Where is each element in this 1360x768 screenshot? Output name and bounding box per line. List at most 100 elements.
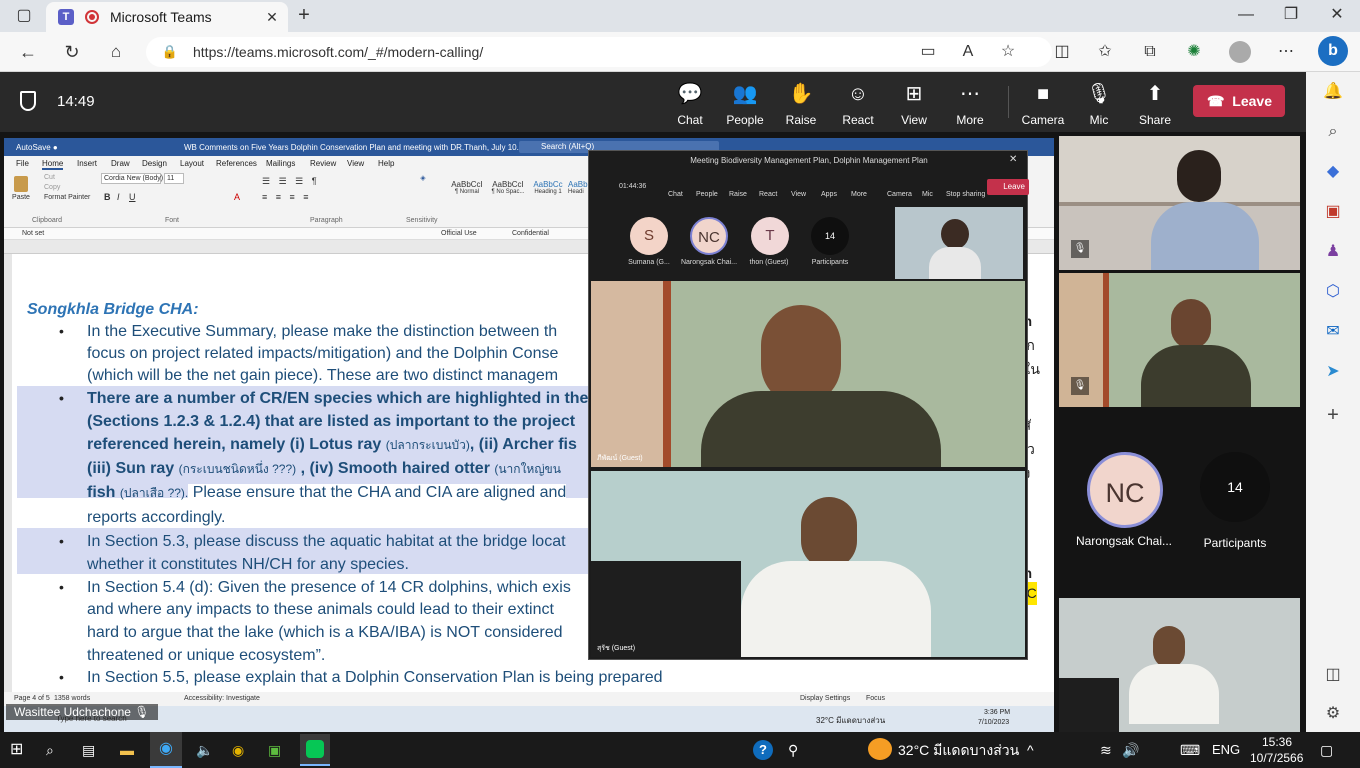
taskbar-weather[interactable]: 32°C มีแดดบางส่วน (898, 740, 1019, 760)
inner-people[interactable]: People (696, 191, 718, 198)
cut-button[interactable]: Cut (44, 174, 55, 181)
label-official-use[interactable]: Official Use (441, 230, 477, 237)
camera-button[interactable]: ■ Camera (1015, 82, 1071, 127)
font-color-button[interactable]: A (234, 192, 240, 202)
send-icon[interactable]: ➤ (1323, 362, 1343, 382)
inner-view[interactable]: View (791, 191, 806, 198)
raise-hand-button[interactable]: ✋ Raise (773, 82, 829, 127)
inner-leave-button[interactable]: Leave (987, 179, 1029, 195)
react-button[interactable]: ☺ React (830, 82, 886, 127)
edge-taskbar-icon[interactable]: ◉ (150, 732, 182, 768)
menu-insert[interactable]: Insert (77, 159, 97, 168)
menu-view[interactable]: View (347, 159, 364, 168)
label-confidential[interactable]: Confidential (512, 230, 549, 237)
inner-chat[interactable]: Chat (668, 191, 683, 198)
paragraph-controls[interactable]: ☰ ☰ ☰ ¶ (262, 176, 320, 187)
search-icon[interactable]: ⌕ (1323, 122, 1343, 142)
close-window-icon[interactable]: ✕ (1327, 5, 1347, 25)
menu-references[interactable]: References (216, 159, 257, 168)
notification-center-icon[interactable]: ▢ (1320, 740, 1333, 760)
people-button[interactable]: 👥 People (717, 82, 773, 127)
paste-button[interactable]: Paste (10, 174, 32, 208)
tag-icon[interactable]: ◆ (1323, 162, 1343, 182)
split-screen-icon[interactable]: ◫ (1052, 42, 1072, 62)
participant-s-avatar[interactable]: S (630, 217, 668, 255)
mic-button[interactable]: 🎙 Mic (1071, 82, 1127, 127)
inner-more[interactable]: More (851, 191, 867, 198)
italic-button[interactable]: I (117, 192, 120, 202)
align-controls[interactable]: ≡ ≡ ≡ ≡ (262, 192, 312, 202)
close-tab-icon[interactable]: ✕ (262, 7, 282, 27)
collections-icon[interactable]: ⧉ (1140, 42, 1160, 62)
participant-t-avatar[interactable]: T (751, 217, 789, 255)
menu-file[interactable]: File (16, 159, 29, 168)
side-participants-count[interactable]: 14 (1200, 452, 1270, 522)
chat-button[interactable]: 💬 Chat (662, 82, 718, 127)
games-icon[interactable]: ♟ (1323, 242, 1343, 262)
help-icon[interactable]: ? (753, 740, 773, 760)
font-family-select[interactable]: Cordia New (Body) (101, 173, 163, 184)
participant-nc-avatar[interactable]: NC (690, 217, 728, 255)
settings-icon[interactable]: ⚙ (1323, 704, 1343, 724)
taskbar-date[interactable]: 10/7/2566 (1250, 751, 1303, 765)
menu-help[interactable]: Help (378, 159, 394, 168)
taskbar-lang[interactable]: ENG (1212, 740, 1240, 760)
chrome-icon[interactable]: ◉ (232, 740, 244, 760)
office-icon[interactable]: ⬡ (1323, 282, 1343, 302)
menu-review[interactable]: Review (310, 159, 336, 168)
outlook-icon[interactable]: ✉ (1323, 322, 1343, 342)
format-painter-button[interactable]: Format Painter (44, 194, 90, 201)
inner-camera[interactable]: Camera (887, 191, 912, 198)
line-app-icon[interactable] (300, 734, 330, 766)
refresh-icon[interactable]: ↻ (62, 42, 82, 62)
favorites-icon[interactable]: ✩ (1095, 42, 1115, 62)
participants-count-avatar[interactable]: 14 (811, 217, 849, 255)
home-icon[interactable]: ⌂ (106, 42, 126, 62)
menu-layout[interactable]: Layout (180, 159, 204, 168)
copy-button[interactable]: Copy (44, 184, 60, 191)
notification-bell-icon[interactable]: 🔔 (1323, 82, 1343, 102)
inner-stop-sharing[interactable]: Stop sharing (946, 191, 985, 198)
inner-raise[interactable]: Raise (729, 191, 747, 198)
bing-icon[interactable]: b (1318, 36, 1348, 66)
extensions-icon[interactable]: ✺ (1184, 42, 1204, 62)
new-tab-icon[interactable]: + (294, 5, 314, 25)
inner-apps[interactable]: Apps (821, 191, 837, 198)
inner-close-icon[interactable]: ✕ (1009, 154, 1017, 165)
keyboard-icon[interactable]: ⌨ (1180, 740, 1200, 760)
style-normal[interactable]: AaBbCcI ¶ Normal (450, 180, 484, 195)
back-icon[interactable]: ← (18, 42, 38, 62)
style-heading1[interactable]: AaBbCc Heading 1 (530, 180, 566, 195)
status-display-settings[interactable]: Display Settings (800, 695, 850, 702)
video-icon[interactable]: ▭ (918, 42, 938, 62)
inner-mic[interactable]: Mic (922, 191, 933, 198)
profile-avatar[interactable] (1229, 41, 1251, 63)
side-participant-nc-avatar[interactable]: NC (1087, 452, 1163, 528)
menu-design[interactable]: Design (142, 159, 167, 168)
minimize-icon[interactable]: — (1236, 5, 1256, 25)
browser-tab[interactable]: T Microsoft Teams ✕ (46, 2, 288, 32)
read-aloud-icon[interactable]: A (958, 42, 978, 62)
url-field[interactable]: 🔒 https://teams.microsoft.com/_#/modern-… (146, 37, 1052, 67)
media-icon[interactable]: 🔈 (196, 740, 213, 760)
menu-draw[interactable]: Draw (111, 159, 130, 168)
people-tray-icon[interactable]: ⚲ (788, 740, 798, 760)
sidebar-toggle-icon[interactable]: ◫ (1323, 665, 1343, 685)
more-icon[interactable]: ⋯ (1276, 42, 1296, 62)
font-size-select[interactable]: 11 (164, 173, 184, 184)
view-button[interactable]: ⊞ View (886, 82, 942, 127)
taskbar-time[interactable]: 15:36 (1262, 735, 1292, 749)
menu-mailings[interactable]: Mailings (266, 159, 295, 168)
restore-icon[interactable]: ❐ (1281, 5, 1301, 25)
share-button[interactable]: ⬆ Share (1127, 82, 1183, 127)
wifi-icon[interactable]: ≋ (1100, 740, 1112, 760)
app-icon[interactable]: ▣ (268, 740, 281, 760)
status-accessibility[interactable]: Accessibility: Investigate (184, 695, 260, 702)
bold-button[interactable]: B (104, 192, 111, 202)
menu-home[interactable]: Home (42, 159, 64, 170)
inner-react[interactable]: React (759, 191, 777, 198)
underline-button[interactable]: U (129, 192, 136, 202)
search-icon[interactable]: ⌕ (46, 740, 54, 760)
add-icon[interactable]: + (1323, 405, 1343, 425)
sensitivity-button[interactable]: ◈ (408, 174, 438, 182)
